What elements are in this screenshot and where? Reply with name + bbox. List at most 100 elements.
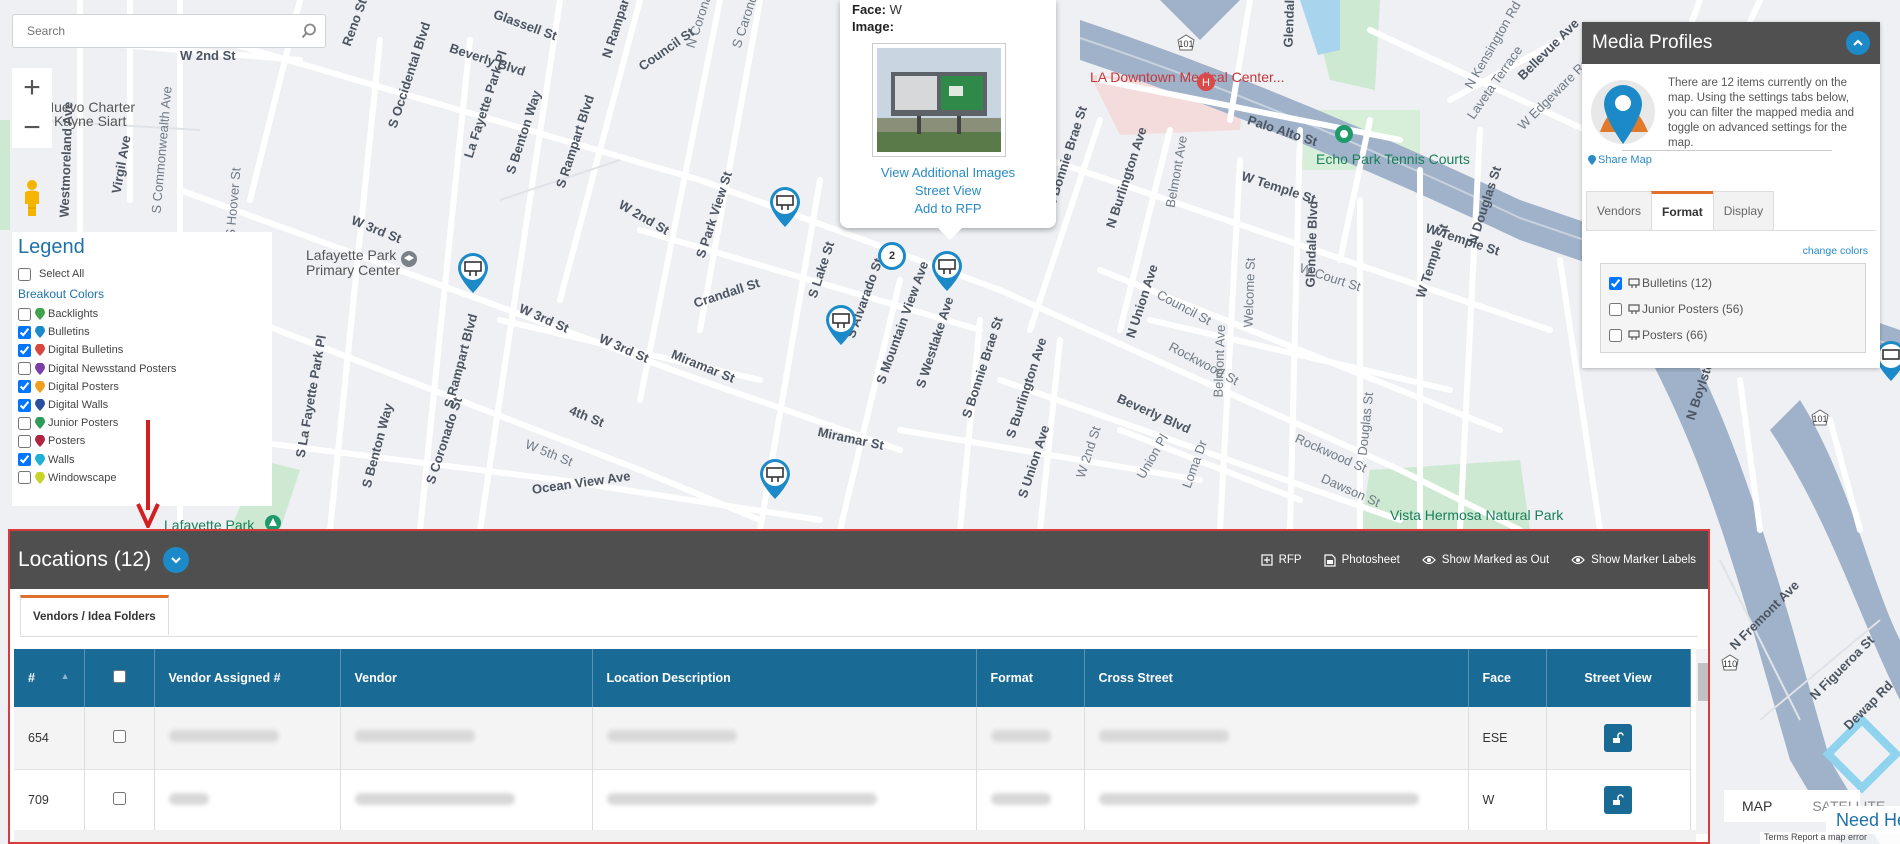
map-terms[interactable]: Terms Report a map error (1760, 832, 1900, 844)
legend-item-checkbox[interactable] (18, 416, 31, 430)
street-view-button[interactable] (1604, 786, 1632, 814)
column-header-cross-street[interactable]: Cross Street (1084, 649, 1469, 707)
tab-vendors-idea-folders[interactable]: Vendors / Idea Folders (20, 595, 169, 635)
street-label: W 2nd St (180, 48, 236, 63)
face-info: Face: W (852, 2, 902, 17)
format-filter-item[interactable]: Posters (66) (1609, 322, 1857, 348)
show-marker-labels-button[interactable]: Show Marker Labels (1571, 554, 1696, 567)
column-header-vendor-assigned[interactable]: Vendor Assigned # (154, 649, 341, 707)
billboard-icon (1628, 304, 1640, 314)
legend-item[interactable]: Digital Newsstand Posters (18, 360, 266, 378)
table-vertical-scrollbar[interactable] (1696, 649, 1708, 834)
legend-item-checkbox[interactable] (18, 380, 31, 394)
legend-item[interactable]: Backlights (18, 305, 266, 323)
legend-item-checkbox[interactable] (18, 362, 31, 376)
hospital-icon: H (1197, 73, 1215, 91)
need-help-button[interactable]: Need Help? (1826, 806, 1900, 834)
location-description-cell (592, 707, 977, 770)
format-filter-item[interactable]: Bulletins (12) (1609, 270, 1857, 296)
svg-text:101: 101 (1178, 39, 1193, 49)
select-all-checkbox[interactable] (18, 267, 31, 281)
search-input[interactable] (13, 15, 293, 47)
street-view-link[interactable]: Street View (840, 182, 1056, 200)
map-pin-icon (35, 308, 45, 321)
row-checkbox[interactable] (112, 792, 126, 805)
bulletin-marker[interactable] (768, 186, 802, 228)
map-type-map[interactable]: MAP (1742, 798, 1772, 814)
column-header-location-description[interactable]: Location Description (592, 649, 977, 707)
bulletin-marker[interactable] (758, 458, 792, 500)
map-pin-icon (35, 453, 45, 466)
table-horizontal-scrollbar[interactable] (14, 830, 1696, 842)
legend-item-checkbox[interactable] (18, 453, 31, 467)
legend-item[interactable]: Bulletins (18, 323, 266, 341)
add-to-rfp-link[interactable]: Add to RFP (840, 200, 1056, 218)
change-colors-link[interactable]: change colors (1803, 245, 1868, 257)
format-cell (976, 707, 1085, 770)
column-header-number[interactable]: # ▲ (14, 649, 85, 707)
legend-item-checkbox[interactable] (18, 398, 31, 412)
tab-vendors[interactable]: Vendors (1586, 191, 1653, 230)
format-tab-panel: change colors Bulletins (12) Junior Poste… (1586, 230, 1876, 364)
photosheet-button[interactable]: Photosheet (1323, 553, 1400, 567)
legend-item[interactable]: Digital Walls (18, 396, 266, 414)
plus-box-icon (1260, 554, 1273, 566)
street-view-button[interactable] (1604, 723, 1632, 752)
breakout-colors-title: Breakout Colors (18, 287, 105, 301)
pegman-icon[interactable] (18, 178, 46, 218)
format-filter-checkbox[interactable] (1609, 302, 1622, 316)
poi-primary-center: Lafayette Park Primary Center (306, 247, 401, 278)
select-all-option[interactable]: Select All (18, 265, 266, 283)
billboard-thumbnail[interactable] (872, 43, 1006, 157)
collapse-down-icon[interactable] (163, 547, 190, 573)
column-header-face[interactable]: Face (1468, 649, 1547, 707)
row-checkbox[interactable] (112, 729, 126, 743)
zoom-in-button[interactable]: + (12, 68, 52, 108)
table-row[interactable]: 654 ESE (14, 707, 1691, 770)
format-filter-checkbox[interactable] (1609, 328, 1622, 342)
share-map-link[interactable]: Share Map (1588, 154, 1652, 166)
legend-item-label: Bulletins (48, 326, 90, 339)
rfp-button[interactable]: RFP (1260, 554, 1302, 567)
legend-item-label: Digital Bulletins (48, 344, 124, 357)
legend-item-checkbox[interactable] (18, 307, 31, 321)
bulletin-marker[interactable] (824, 304, 858, 346)
legend-item-label: Digital Walls (48, 399, 109, 412)
show-marked-as-out-button[interactable]: Show Marked as Out (1421, 554, 1549, 567)
view-additional-images-link[interactable]: View Additional Images (840, 164, 1056, 182)
column-header-format[interactable]: Format (976, 649, 1085, 707)
svg-text:110: 110 (1723, 659, 1737, 669)
sort-icon[interactable]: ▲ (61, 671, 70, 681)
column-header-vendor[interactable]: Vendor (340, 649, 593, 707)
format-filter-checkbox[interactable] (1609, 276, 1622, 290)
tab-display[interactable]: Display (1712, 191, 1775, 230)
map-search (12, 14, 326, 48)
column-header-street-view[interactable]: Street View (1546, 649, 1691, 707)
vendor-assigned-cell (154, 707, 341, 770)
search-icon[interactable] (293, 15, 325, 47)
legend-item[interactable]: Digital Posters (18, 378, 266, 396)
table-row[interactable]: 709 W (14, 769, 1691, 832)
image-label: Image: (852, 19, 894, 34)
cross-street-cell (1084, 769, 1469, 832)
collapse-up-icon[interactable] (1846, 31, 1870, 55)
poi-medical-center: LA Downtown Medical Center... (1090, 69, 1285, 85)
zoom-out-button[interactable]: − (12, 108, 52, 148)
cross-street-cell (1084, 707, 1469, 770)
select-all-rows-checkbox[interactable] (112, 670, 126, 683)
legend-item-checkbox[interactable] (18, 343, 31, 357)
map-pin-icon (1588, 155, 1596, 165)
bulletin-marker[interactable] (456, 252, 490, 294)
format-filter-label: Bulletins (12) (1642, 276, 1713, 290)
format-filter-item[interactable]: Junior Posters (56) (1609, 296, 1857, 322)
legend-item-checkbox[interactable] (18, 325, 31, 339)
annotation-arrow-icon (136, 420, 160, 528)
legend-item[interactable]: Digital Bulletins (18, 341, 266, 359)
bulletin-marker[interactable] (930, 250, 964, 292)
park-icon (1335, 125, 1353, 143)
legend-item-checkbox[interactable] (18, 471, 31, 485)
tab-format[interactable]: Format (1651, 191, 1714, 230)
cluster-marker[interactable]: 2 (878, 242, 906, 270)
legend-item-checkbox[interactable] (18, 434, 31, 448)
map-pin-icon (35, 362, 45, 375)
